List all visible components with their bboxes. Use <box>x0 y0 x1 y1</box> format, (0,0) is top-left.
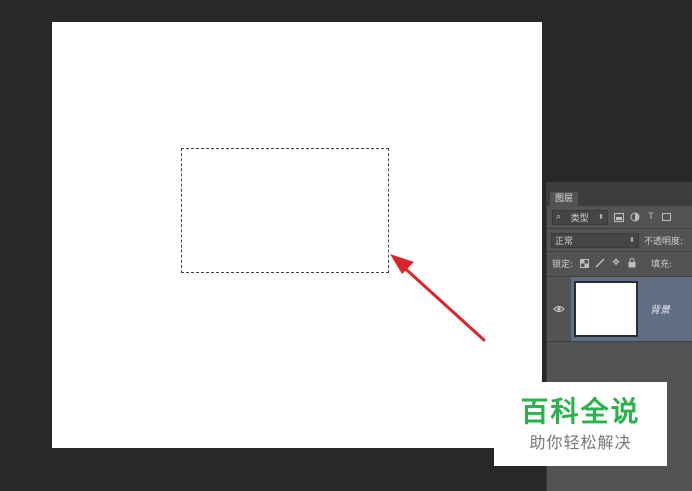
opacity-label: 不透明度: <box>644 236 684 247</box>
shape-filter-icon[interactable] <box>662 212 672 222</box>
blend-mode-row: 正常 ⬍ 不透明度: <box>547 229 692 251</box>
watermark-logo: 百科全说 助你轻松解决 <box>494 382 667 466</box>
type-filter-icon[interactable]: T <box>646 212 656 222</box>
blend-mode-value: 正常 <box>555 236 574 247</box>
filter-kind-label: 类型 <box>570 213 589 224</box>
watermark-subtitle: 助你轻松解决 <box>529 433 632 452</box>
annotation-arrow-icon <box>390 254 486 342</box>
search-icon: ⌕ <box>556 212 562 222</box>
lock-label: 锁定: <box>552 259 574 270</box>
chevron-updown-icon: ⬍ <box>629 236 635 244</box>
rectangular-marquee-selection[interactable] <box>181 148 389 273</box>
eye-icon <box>553 306 565 312</box>
blend-mode-select[interactable]: 正常 ⬍ <box>551 232 639 248</box>
lock-all-icon[interactable] <box>627 258 637 268</box>
tab-layers[interactable]: 图层 <box>550 192 579 206</box>
fill-label: 填充: <box>651 259 673 270</box>
layer-name[interactable]: 背景 <box>650 301 670 316</box>
lock-row: 锁定: ✥ 填充: <box>547 252 692 274</box>
lock-position-move-icon[interactable]: ✥ <box>611 258 621 268</box>
layer-thumbnail[interactable] <box>574 281 638 337</box>
lock-transparent-pixels-icon[interactable] <box>579 258 589 268</box>
panel-tab-bar: 图层 <box>547 182 692 206</box>
adjustment-filter-icon[interactable] <box>630 212 640 222</box>
image-filter-icon[interactable] <box>614 212 624 222</box>
document-canvas[interactable] <box>52 22 542 448</box>
chevron-updown-icon: ⬍ <box>598 213 604 221</box>
watermark-title: 百科全说 <box>520 395 641 428</box>
layer-filter-row: ⌕ 类型 ⬍ T <box>547 206 692 228</box>
layer-visibility-toggle[interactable] <box>547 277 571 341</box>
layer-row-background[interactable]: 背景 <box>547 276 692 342</box>
lock-image-pixels-brush-icon[interactable] <box>595 258 605 268</box>
filter-kind-select[interactable]: ⌕ 类型 ⬍ <box>552 209 608 225</box>
